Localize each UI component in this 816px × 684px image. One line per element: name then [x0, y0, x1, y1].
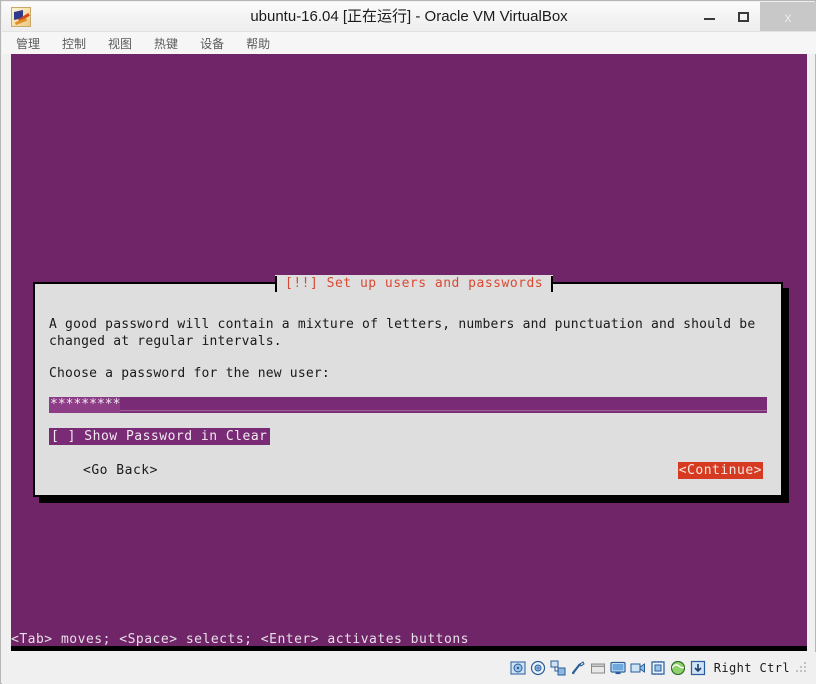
hard-disk-icon[interactable] — [510, 660, 526, 676]
shared-folder-icon[interactable] — [590, 660, 606, 676]
network-icon[interactable] — [550, 660, 566, 676]
virtualbox-window: ubuntu-16.04 [正在运行] - Oracle VM VirtualB… — [0, 0, 816, 684]
password-field-underline: ________________________________________… — [50, 397, 767, 412]
menu-item-help[interactable]: 帮助 — [246, 35, 270, 52]
display-icon[interactable] — [610, 660, 626, 676]
vm-display[interactable]: [!!] Set up users and passwords A good p… — [11, 54, 807, 651]
status-bar-icons — [510, 660, 706, 676]
menu-item-hotkeys[interactable]: 热键 — [154, 35, 178, 52]
dialog-prompt: Choose a password for the new user: — [49, 366, 330, 381]
usb-icon[interactable] — [570, 660, 586, 676]
menu-item-view[interactable]: 视图 — [108, 35, 132, 52]
vm-bottom-strip — [11, 646, 807, 651]
resize-grip[interactable] — [796, 662, 808, 674]
title-bar: ubuntu-16.04 [正在运行] - Oracle VM VirtualB… — [2, 2, 816, 32]
menu-bar: 管理 控制 视图 热键 设备 帮助 — [2, 32, 816, 54]
go-back-button[interactable]: <Go Back> — [83, 462, 158, 479]
minimize-button[interactable] — [692, 2, 726, 31]
status-bar: Right Ctrl — [2, 652, 816, 684]
host-key-label: Right Ctrl — [713, 661, 790, 675]
guest-additions-icon[interactable] — [670, 660, 686, 676]
continue-button[interactable]: <Continue> — [677, 462, 763, 479]
show-password-checkbox[interactable]: [ ] Show Password in Clear — [49, 428, 270, 445]
close-button[interactable]: x — [760, 2, 816, 31]
window-frame: ubuntu-16.04 [正在运行] - Oracle VM VirtualB… — [0, 0, 816, 684]
dialog-body: A good password will contain a mixture o… — [35, 284, 781, 495]
close-icon: x — [784, 8, 792, 25]
setup-users-dialog: [!!] Set up users and passwords A good p… — [33, 275, 783, 497]
menu-item-devices[interactable]: 设备 — [200, 35, 224, 52]
cpu-icon[interactable] — [650, 660, 666, 676]
maximize-button[interactable] — [726, 2, 760, 31]
menu-item-control[interactable]: 控制 — [62, 35, 86, 52]
dialog-description: A good password will contain a mixture o… — [49, 317, 756, 349]
menu-item-manage[interactable]: 管理 — [16, 35, 40, 52]
optical-disk-icon[interactable] — [530, 660, 546, 676]
host-key-icon[interactable] — [690, 660, 706, 676]
password-input[interactable]: ________________________________________… — [49, 397, 767, 413]
video-capture-icon[interactable] — [630, 660, 646, 676]
window-controls: x — [692, 2, 816, 31]
password-masked-value: ********* — [49, 397, 121, 413]
